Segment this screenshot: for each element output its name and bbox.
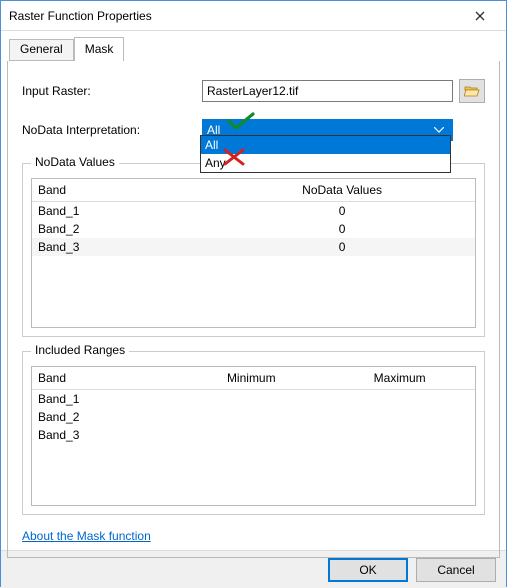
cell-max[interactable] xyxy=(324,408,475,426)
about-mask-link[interactable]: About the Mask function xyxy=(22,529,151,543)
cell-min[interactable] xyxy=(178,408,324,426)
tab-mask[interactable]: Mask xyxy=(74,37,125,61)
cell-value[interactable]: 0 xyxy=(209,220,475,238)
cancel-button[interactable]: Cancel xyxy=(416,558,496,582)
cell-value[interactable]: 0 xyxy=(209,238,475,256)
group-ranges-legend: Included Ranges xyxy=(31,343,129,357)
input-raster-field[interactable] xyxy=(202,80,453,102)
option-any[interactable]: Any xyxy=(201,154,450,172)
table-row[interactable]: Band_1 xyxy=(32,390,475,409)
cell-band: Band_3 xyxy=(32,238,209,256)
nodata-table-wrap: Band NoData Values Band_1 0 Band_2 0 xyxy=(31,178,476,328)
tab-strip: General Mask xyxy=(9,37,500,61)
nodata-table: Band NoData Values Band_1 0 Band_2 0 xyxy=(32,179,475,256)
row-input-raster: Input Raster: xyxy=(22,79,485,103)
ranges-col-band[interactable]: Band xyxy=(32,367,178,390)
cell-band: Band_3 xyxy=(32,426,178,444)
cell-band: Band_2 xyxy=(32,408,178,426)
cell-max[interactable] xyxy=(324,426,475,444)
table-row[interactable]: Band_2 0 xyxy=(32,220,475,238)
browse-button[interactable] xyxy=(459,79,485,103)
input-raster-label: Input Raster: xyxy=(22,84,202,98)
cell-value[interactable]: 0 xyxy=(209,202,475,221)
nodata-col-values[interactable]: NoData Values xyxy=(209,179,475,202)
nodata-interp-label: NoData Interpretation: xyxy=(22,123,202,137)
ranges-col-max[interactable]: Maximum xyxy=(324,367,475,390)
group-nodata-values: NoData Values Band NoData Values Band_1 … xyxy=(22,163,485,337)
table-row[interactable]: Band_3 0 xyxy=(32,238,475,256)
table-row[interactable]: Band_3 xyxy=(32,426,475,444)
ranges-col-min[interactable]: Minimum xyxy=(178,367,324,390)
tab-general[interactable]: General xyxy=(9,39,74,61)
cell-band: Band_1 xyxy=(32,390,178,409)
group-nodata-legend: NoData Values xyxy=(31,155,119,169)
cell-max[interactable] xyxy=(324,390,475,409)
nodata-interp-dropdown: All Any xyxy=(200,135,451,173)
content-area: General Mask Input Raster: NoData Interp… xyxy=(1,31,506,550)
ranges-table-wrap: Band Minimum Maximum Band_1 Band_2 xyxy=(31,366,476,506)
table-row[interactable]: Band_2 xyxy=(32,408,475,426)
option-all[interactable]: All xyxy=(201,136,450,154)
titlebar: Raster Function Properties xyxy=(1,1,506,31)
close-button[interactable] xyxy=(458,2,502,30)
cell-band: Band_1 xyxy=(32,202,209,221)
window-title: Raster Function Properties xyxy=(9,9,458,23)
close-icon xyxy=(475,11,485,21)
group-included-ranges: Included Ranges Band Minimum Maximum Ban… xyxy=(22,351,485,515)
folder-open-icon xyxy=(464,84,480,98)
ranges-table: Band Minimum Maximum Band_1 Band_2 xyxy=(32,367,475,444)
table-row[interactable]: Band_1 0 xyxy=(32,202,475,221)
mask-panel: Input Raster: NoData Interpretation: All xyxy=(7,61,500,558)
ok-button[interactable]: OK xyxy=(328,558,408,582)
cell-min[interactable] xyxy=(178,390,324,409)
cell-min[interactable] xyxy=(178,426,324,444)
cell-band: Band_2 xyxy=(32,220,209,238)
chevron-down-icon xyxy=(430,127,448,133)
nodata-col-band[interactable]: Band xyxy=(32,179,209,202)
